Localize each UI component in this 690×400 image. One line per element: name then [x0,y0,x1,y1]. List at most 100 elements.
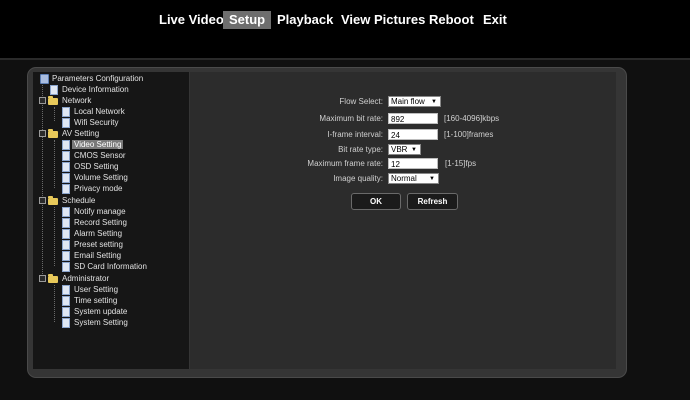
tree-item-label: Record Setting [74,218,127,227]
tree-item-wifi-security[interactable]: Wifi Security [61,117,118,128]
max-bit-rate-label: Maximum bit rate: [319,114,383,123]
page-icon [62,218,70,228]
refresh-button[interactable]: Refresh [407,193,458,210]
nav-reboot[interactable]: Reboot [423,11,480,29]
tree-item-label: Local Network [74,107,125,116]
tree-item-user-setting[interactable]: User Setting [61,284,118,295]
max-bit-rate-input[interactable]: 892 [388,113,438,124]
page-icon [62,173,70,183]
tree-item-label: Time setting [74,296,118,305]
tree-folder-label: AV Setting [62,129,100,138]
page-icon [62,184,70,194]
collapse-toggle-icon[interactable] [39,275,46,282]
tree-folder-schedule[interactable]: Schedule [39,195,95,206]
image-quality-label: Image quality: [333,174,383,183]
ok-button[interactable]: OK [351,193,401,210]
flow-select-value: Main flow [391,97,425,106]
tree-item-privacy-mode[interactable]: Privacy mode [61,183,122,194]
collapse-toggle-icon[interactable] [39,130,46,137]
nav-divider [0,58,690,60]
tree-folder-label: Network [62,96,92,105]
page-icon [62,229,70,239]
page-icon [62,151,70,161]
tree-folder-av-setting[interactable]: AV Setting [39,128,99,139]
tree-item-label: System Setting [74,318,128,327]
chevron-down-icon: ▼ [429,176,435,182]
iframe-interval-input[interactable]: 24 [388,129,438,140]
tree-guide-line [42,85,43,280]
tree-item-label: Notify manage [74,207,126,216]
tree-item-label: Volume Setting [74,173,128,182]
bit-rate-type-value: VBR [391,145,408,154]
max-bit-rate-hint: [160-4096]kbps [444,114,500,123]
folder-icon [48,129,58,138]
configuration-tree: Parameters Configuration Device Informat… [33,72,189,369]
collapse-toggle-icon[interactable] [39,97,46,104]
nav-exit[interactable]: Exit [477,11,513,29]
page-icon [62,118,70,128]
tree-item-preset-setting[interactable]: Preset setting [61,239,123,250]
tree-item-label: Email Setting [74,251,122,260]
tree-item-time-setting[interactable]: Time setting [61,295,117,306]
tree-item-label: SD Card Information [74,262,147,271]
flow-select-dropdown[interactable]: Main flow ▼ [388,96,441,107]
folder-icon [48,96,58,105]
tree-item-label: System update [74,307,128,316]
page-icon [62,296,70,306]
iframe-interval-hint: [1-100]frames [444,130,494,139]
tree-item-notify-manage[interactable]: Notify manage [61,206,126,217]
iframe-interval-label: I-frame interval: [327,130,383,139]
tree-folder-administrator[interactable]: Administrator [39,273,109,284]
tree-item-label: OSD Setting [74,162,119,171]
page-icon [62,307,70,317]
tree-item-system-setting[interactable]: System Setting [61,317,128,328]
tree-item-label: Preset setting [74,240,123,249]
tree-item-label: Privacy mode [74,184,123,193]
tree-item-local-network[interactable]: Local Network [61,106,125,117]
tree-item-record-setting[interactable]: Record Setting [61,217,127,228]
chevron-down-icon: ▼ [431,99,437,105]
nav-view-pictures[interactable]: View Pictures [335,11,431,29]
page-icon [62,162,70,172]
tree-folder-label: Schedule [62,196,96,205]
page-icon [50,85,58,95]
tree-item-email-setting[interactable]: Email Setting [61,250,121,261]
tree-guide-line [54,207,55,266]
top-navigation-bar: Live Video Setup Playback View Pictures … [0,0,690,58]
tree-item-label: User Setting [74,285,119,294]
tree-item-label: Wifi Security [74,118,119,127]
page-icon [62,107,70,117]
tree-item-cmos-sensor[interactable]: CMOS Sensor [61,150,126,161]
nav-setup[interactable]: Setup [223,11,272,29]
max-frame-rate-input[interactable]: 12 [388,158,438,169]
max-frame-rate-label: Maximum frame rate: [307,159,383,168]
image-quality-dropdown[interactable]: Normal ▼ [388,173,439,184]
tree-item-system-update[interactable]: System update [61,306,127,317]
folder-icon [48,196,58,205]
bit-rate-type-dropdown[interactable]: VBR ▼ [388,144,421,155]
tree-item-video-setting[interactable]: Video Setting [61,139,124,150]
image-quality-value: Normal [391,174,417,183]
folder-icon [48,274,58,283]
tree-item-device-information[interactable]: Device Information [49,84,129,95]
tree-item-alarm-setting[interactable]: Alarm Setting [61,228,122,239]
video-setting-form: Flow Select: Main flow ▼ Maximum bit rat… [190,72,616,369]
collapse-toggle-icon[interactable] [39,197,46,204]
tree-item-volume-setting[interactable]: Volume Setting [61,172,128,183]
tree-guide-line [54,285,55,322]
tree-item-label: Device Information [62,85,129,94]
chevron-down-icon: ▼ [411,147,417,153]
flow-select-label: Flow Select: [339,97,383,106]
nav-playback[interactable]: Playback [271,11,339,29]
tree-root[interactable]: Parameters Configuration [39,73,143,84]
nav-live-video[interactable]: Live Video [153,11,230,29]
tree-item-sd-card-information[interactable]: SD Card Information [61,261,147,272]
tree-item-osd-setting[interactable]: OSD Setting [61,161,118,172]
tree-item-label: Video Setting [72,140,124,149]
tree-folder-network[interactable]: Network [39,95,91,106]
page-icon [62,285,70,295]
tree-guide-line [54,140,55,188]
page-icon [62,318,70,328]
tree-folder-label: Administrator [62,274,110,283]
page-icon [62,240,70,250]
